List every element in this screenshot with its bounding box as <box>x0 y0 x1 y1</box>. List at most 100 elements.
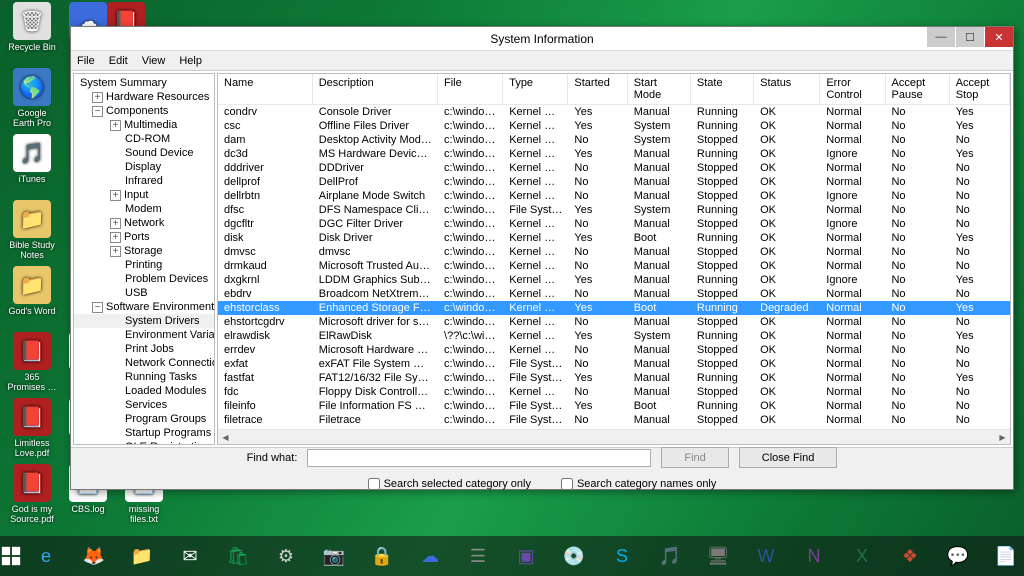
scroll-left-icon[interactable]: ◀ <box>218 430 233 445</box>
taskbar-media-icon[interactable]: 💿 <box>550 536 598 576</box>
taskbar-reader-icon[interactable]: 📄 <box>982 536 1024 576</box>
table-row[interactable]: exfatexFAT File System Driverc:\windows\… <box>218 357 1010 371</box>
table-row[interactable]: dxgkrnlLDDM Graphics Subsystemc:\windows… <box>218 273 1010 287</box>
scroll-right-icon[interactable]: ▶ <box>995 430 1010 445</box>
category-tree[interactable]: System Summary+Hardware Resources−Compon… <box>73 73 215 445</box>
taskbar-onenote-icon[interactable]: N <box>790 536 838 576</box>
taskbar-mail-icon[interactable]: ✉ <box>166 536 214 576</box>
expand-icon[interactable]: + <box>110 218 121 229</box>
column-header[interactable]: Type <box>503 74 568 104</box>
tree-node[interactable]: −Components <box>74 104 214 118</box>
taskbar-ie-icon[interactable]: e <box>22 536 70 576</box>
expand-icon[interactable]: + <box>110 246 121 257</box>
tree-node[interactable]: Printing <box>74 258 214 272</box>
desktop-icon[interactable]: 📕365 Promises … <box>6 332 58 392</box>
tree-node[interactable]: Running Tasks <box>74 370 214 384</box>
expand-icon[interactable]: − <box>92 106 103 117</box>
taskbar-security-icon[interactable]: 🔒 <box>358 536 406 576</box>
table-row[interactable]: fastfatFAT12/16/32 File System Driverc:\… <box>218 371 1010 385</box>
table-row[interactable]: dellprofDellProfc:\windows\s…Kernel Driv… <box>218 175 1010 189</box>
taskbar-firefox-icon[interactable]: 🦊 <box>70 536 118 576</box>
maximize-button[interactable]: ☐ <box>956 27 984 47</box>
titlebar[interactable]: System Information — ☐ ✕ <box>71 27 1013 51</box>
desktop-icon[interactable]: 📁Bible Study Notes <box>6 200 58 260</box>
taskbar-camera-icon[interactable]: 📷 <box>310 536 358 576</box>
grid-body[interactable]: condrvConsole Driverc:\windows\s…Kernel … <box>218 105 1010 429</box>
taskbar-store-icon[interactable]: 🛍 <box>214 536 262 576</box>
tree-node[interactable]: Loaded Modules <box>74 384 214 398</box>
tree-node[interactable]: System Drivers <box>74 314 214 328</box>
taskbar-skype-icon[interactable]: S <box>598 536 646 576</box>
desktop-icon[interactable]: 📁God's Word <box>6 266 58 316</box>
tree-node[interactable]: Services <box>74 398 214 412</box>
expand-icon[interactable]: + <box>110 120 121 131</box>
desktop-icon[interactable]: 🗑Recycle Bin <box>6 2 58 52</box>
tree-node[interactable]: CD-ROM <box>74 132 214 146</box>
table-row[interactable]: dellrbtnAirplane Mode Switchc:\windows\s… <box>218 189 1010 203</box>
find-button[interactable]: Find <box>661 447 728 468</box>
expand-icon[interactable]: + <box>110 232 121 243</box>
table-row[interactable]: dfscDFS Namespace Client Driverc:\window… <box>218 203 1010 217</box>
tree-node[interactable]: +Storage <box>74 244 214 258</box>
tree-node[interactable]: Infrared <box>74 174 214 188</box>
column-header[interactable]: State <box>691 74 754 104</box>
table-row[interactable]: filetraceFiletracec:\windows\s…File Syst… <box>218 413 1010 427</box>
taskbar-explorer-icon[interactable]: 📁 <box>118 536 166 576</box>
tree-node[interactable]: Program Groups <box>74 412 214 426</box>
table-row[interactable]: ehstorclassEnhanced Storage Filter Drive… <box>218 301 1010 315</box>
search-selected-checkbox[interactable]: Search selected category only <box>368 478 531 490</box>
table-row[interactable]: ebdrvBroadcom NetXtreme II 10 Gig…c:\win… <box>218 287 1010 301</box>
table-row[interactable]: dc3dMS Hardware Device Detectio…c:\windo… <box>218 147 1010 161</box>
close-button[interactable]: ✕ <box>985 27 1013 47</box>
desktop-icon[interactable]: 🎵iTunes <box>6 134 58 184</box>
column-header[interactable]: Description <box>313 74 438 104</box>
expand-icon[interactable]: + <box>92 92 103 103</box>
horizontal-scrollbar[interactable]: ◀ ▶ <box>218 429 1010 444</box>
taskbar-music-icon[interactable]: 🎵 <box>646 536 694 576</box>
column-header[interactable]: Error Control <box>820 74 885 104</box>
menu-help[interactable]: Help <box>179 55 202 67</box>
taskbar-settings-icon[interactable]: ⚙ <box>262 536 310 576</box>
column-header[interactable]: Started <box>568 74 627 104</box>
tree-node[interactable]: USB <box>74 286 214 300</box>
desktop-icon[interactable]: 🌎Google Earth Pro <box>6 68 58 128</box>
menu-view[interactable]: View <box>142 55 166 67</box>
table-row[interactable]: dmvscdmvscc:\windows\s…Kernel DriverNoMa… <box>218 245 1010 259</box>
tree-node[interactable]: Environment Variables <box>74 328 214 342</box>
column-header[interactable]: File <box>438 74 503 104</box>
tree-node[interactable]: +Ports <box>74 230 214 244</box>
find-input[interactable] <box>307 449 651 467</box>
column-header[interactable]: Accept Pause <box>886 74 950 104</box>
tree-node[interactable]: −Software Environment <box>74 300 214 314</box>
search-category-names-checkbox[interactable]: Search category names only <box>561 478 716 490</box>
table-row[interactable]: cscOffline Files Driverc:\windows\s…Kern… <box>218 119 1010 133</box>
expand-icon[interactable]: + <box>110 190 121 201</box>
start-button[interactable] <box>0 536 22 576</box>
table-row[interactable]: elrawdiskElRawDisk\??\c:\windo…Kernel Dr… <box>218 329 1010 343</box>
tree-node[interactable]: OLE Registration <box>74 440 214 445</box>
tree-node[interactable]: Display <box>74 160 214 174</box>
table-row[interactable]: errdevMicrosoft Hardware Error Dev…c:\wi… <box>218 343 1010 357</box>
taskbar-weather-icon[interactable]: ☁ <box>406 536 454 576</box>
tree-node[interactable]: Problem Devices <box>74 272 214 286</box>
tree-node[interactable]: +Hardware Resources <box>74 90 214 104</box>
menu-file[interactable]: File <box>77 55 95 67</box>
tree-node[interactable]: +Input <box>74 188 214 202</box>
table-row[interactable]: dgcfltrDGC Filter Driverc:\windows\s…Ker… <box>218 217 1010 231</box>
table-row[interactable]: dddriverDDDriverc:\windows\s…Kernel Driv… <box>218 161 1010 175</box>
table-row[interactable]: fileinfoFile Information FS MiniFilterc:… <box>218 399 1010 413</box>
column-header[interactable]: Status <box>754 74 820 104</box>
taskbar-taskview-icon[interactable]: ☰ <box>454 536 502 576</box>
column-header[interactable]: Name <box>218 74 313 104</box>
expand-icon[interactable]: − <box>92 302 103 313</box>
close-find-button[interactable]: Close Find <box>739 447 838 468</box>
tree-node[interactable]: +Multimedia <box>74 118 214 132</box>
tree-node[interactable]: Sound Device <box>74 146 214 160</box>
column-header[interactable]: Accept Stop <box>950 74 1010 104</box>
column-header[interactable]: Start Mode <box>628 74 691 104</box>
tree-node[interactable]: Network Connections <box>74 356 214 370</box>
taskbar-app1-icon[interactable]: ▣ <box>502 536 550 576</box>
table-row[interactable]: ehstortcgdrvMicrosoft driver for storage… <box>218 315 1010 329</box>
tree-node[interactable]: System Summary <box>74 76 214 90</box>
taskbar-sysinfo-icon[interactable]: 🖥 <box>694 536 742 576</box>
